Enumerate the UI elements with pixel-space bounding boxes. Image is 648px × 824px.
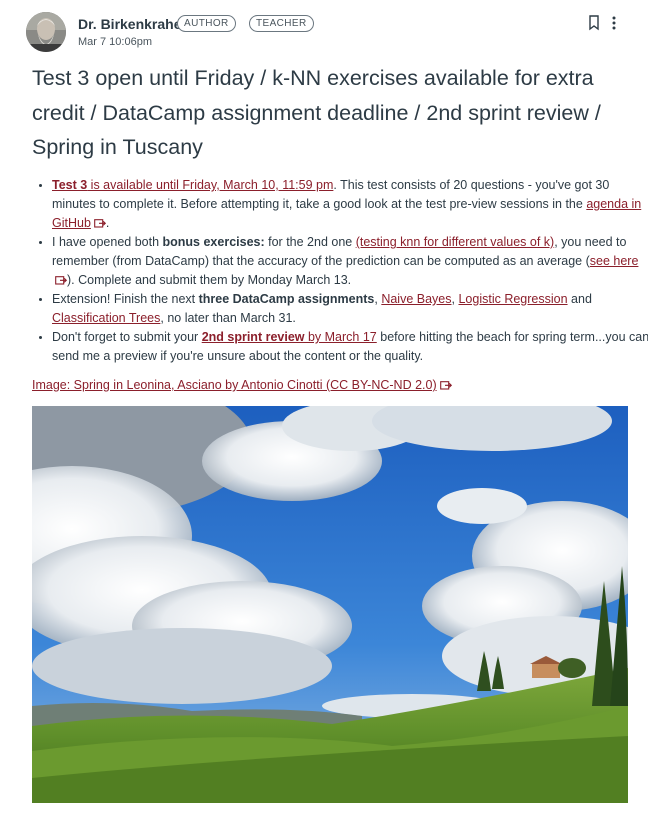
bullet-text: Don't forget to submit your — [52, 330, 202, 344]
bullet-bold: bonus exercises: — [162, 235, 265, 249]
image-credit-link[interactable]: Image: Spring in Leonina, Asciano by Ant… — [32, 378, 437, 392]
logistic-regression-link[interactable]: Logistic Regression — [458, 292, 567, 306]
external-link-icon — [55, 272, 68, 285]
announcement-list: Test 3 is available until Friday, March … — [32, 176, 648, 366]
post-date: Mar 7 10:06pm — [78, 36, 152, 48]
external-link-icon — [94, 215, 107, 228]
author-name[interactable]: Dr. Birkenkrahe — [78, 16, 182, 32]
author-avatar[interactable] — [26, 12, 66, 52]
teacher-badge: TEACHER — [249, 15, 314, 32]
list-item: I have opened both bonus exercises: for … — [39, 233, 648, 290]
sprint-review-link[interactable]: 2nd sprint review — [202, 330, 305, 344]
post-header: Dr. Birkenkrahe AUTHOR TEACHER Mar 7 10:… — [26, 12, 628, 56]
list-item: Extension! Finish the next three DataCam… — [39, 290, 648, 328]
bullet-text: and — [567, 292, 592, 306]
tuscany-photo — [32, 406, 628, 803]
bullet-text: I have opened both — [52, 235, 163, 249]
bullet-bold: three DataCamp assignments — [198, 292, 375, 306]
post-title: Test 3 open until Friday / k-NN exercise… — [32, 66, 601, 159]
test3-link[interactable]: Test 3 — [52, 178, 87, 192]
bullet-text: , no later than March 31. — [160, 311, 296, 325]
availability-link[interactable]: is available until Friday, March 10, 11:… — [87, 178, 334, 192]
classification-trees-link[interactable]: Classification Trees — [52, 311, 160, 325]
bullet-text: Extension! Finish the next — [52, 292, 199, 306]
bullet-text: for the 2nd one — [264, 235, 356, 249]
knn-link[interactable]: (testing knn for different values of k) — [356, 235, 554, 249]
author-badge: AUTHOR — [177, 15, 236, 32]
external-link-icon — [439, 377, 452, 390]
see-here-link[interactable]: see here — [590, 254, 639, 268]
bullet-text: ). Complete and submit them by Monday Ma… — [67, 273, 352, 287]
list-item: Don't forget to submit your 2nd sprint r… — [39, 328, 648, 366]
more-vertical-icon[interactable] — [606, 14, 622, 32]
sprint-deadline-link[interactable]: by March 17 — [305, 330, 377, 344]
bookmark-icon[interactable] — [586, 14, 602, 32]
image-caption: Image: Spring in Leonina, Asciano by Ant… — [32, 376, 452, 395]
naive-bayes-link[interactable]: Naive Bayes — [381, 292, 451, 306]
bullet-punct: . — [105, 216, 110, 230]
list-item: Test 3 is available until Friday, March … — [39, 176, 648, 233]
